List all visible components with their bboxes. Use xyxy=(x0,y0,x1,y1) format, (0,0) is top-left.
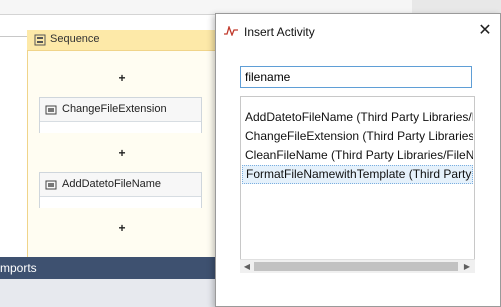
insert-activity-plus[interactable]: + xyxy=(116,71,128,85)
insert-activity-dialog: Insert Activity ✕ AddDatetoFileName (Thi… xyxy=(215,13,501,307)
list-item[interactable]: ChangeFileExtension (Third Party Librari… xyxy=(242,127,473,146)
sequence-icon xyxy=(34,34,46,46)
list-item[interactable]: AddDatetoFileName (Third Party Libraries… xyxy=(242,108,473,127)
insert-activity-plus[interactable]: + xyxy=(116,221,128,235)
dialog-title: Insert Activity xyxy=(244,25,315,39)
insert-activity-plus[interactable]: + xyxy=(116,146,128,160)
scroll-left-icon[interactable]: ◀ xyxy=(241,260,253,273)
activity-change-file-extension[interactable]: ChangeFileExtension xyxy=(39,97,202,133)
activity-search-input[interactable] xyxy=(240,66,472,88)
activity-icon xyxy=(45,105,57,115)
activity-icon xyxy=(45,180,57,190)
activity-add-date-to-file-name[interactable]: AddDatetoFileName xyxy=(39,172,202,208)
scrollbar-thumb[interactable] xyxy=(254,262,458,271)
list-item-selected[interactable]: FormatFileNamewithTemplate (Third Party … xyxy=(242,165,473,184)
close-icon[interactable]: ✕ xyxy=(474,20,496,42)
activity-label: AddDatetoFileName xyxy=(62,178,162,190)
list-item[interactable]: CleanFileName (Third Party Libraries/Fil… xyxy=(242,146,473,165)
panel-top-strip xyxy=(412,0,501,14)
scroll-right-icon[interactable]: ▶ xyxy=(461,260,473,273)
horizontal-scrollbar[interactable]: ◀ ▶ xyxy=(240,259,475,273)
activity-wave-icon xyxy=(224,26,238,36)
imports-panel xyxy=(0,279,216,307)
sequence-label: Sequence xyxy=(50,33,100,45)
imports-tab-label[interactable]: mports xyxy=(0,261,37,275)
activity-body xyxy=(40,121,201,133)
activity-label: ChangeFileExtension xyxy=(62,103,167,115)
activity-body xyxy=(40,196,201,208)
designer-ruler-line xyxy=(0,36,28,37)
activity-results-list[interactable]: AddDatetoFileName (Third Party Libraries… xyxy=(240,96,475,273)
